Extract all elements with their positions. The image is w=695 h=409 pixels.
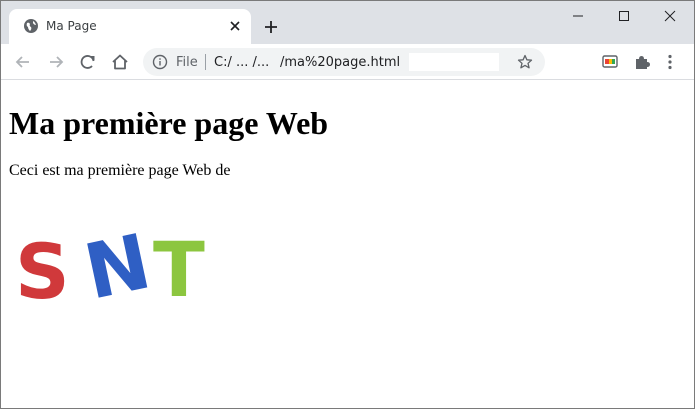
browser-window: Ma Page File C:/ ... /... /ma%20page.htm…	[0, 0, 695, 409]
info-icon[interactable]	[152, 54, 168, 70]
close-icon[interactable]	[227, 18, 243, 34]
url-path-start: C:/ ... /...	[214, 55, 270, 70]
redacted-area	[409, 53, 499, 71]
toolbar: File C:/ ... /... /ma%20page.html	[1, 44, 694, 80]
star-icon[interactable]	[517, 54, 533, 70]
more-vert-icon[interactable]	[661, 53, 679, 71]
logo-letter-t: T	[153, 228, 205, 304]
minimize-icon	[573, 15, 583, 17]
home-icon[interactable]	[110, 52, 130, 72]
puzzle-icon[interactable]	[633, 53, 651, 71]
url-path-file: /ma%20page.html	[280, 55, 401, 70]
cast-icon[interactable]	[601, 53, 619, 71]
globe-icon	[24, 19, 38, 33]
scheme-label: File	[176, 55, 198, 70]
plus-icon[interactable]	[261, 17, 281, 37]
page-heading: Ma première page Web	[9, 105, 329, 141]
back-arrow-icon[interactable]	[13, 52, 33, 72]
page-paragraph: Ceci est ma première page Web de	[9, 162, 231, 179]
reload-icon[interactable]	[78, 52, 98, 72]
maximize-icon	[619, 11, 629, 21]
tab-strip: Ma Page	[1, 1, 694, 44]
address-bar[interactable]: File C:/ ... /... /ma%20page.html	[143, 48, 545, 76]
tab-title: Ma Page	[46, 19, 97, 33]
maximize-button[interactable]	[601, 1, 647, 31]
logo-letter-s: S	[15, 228, 70, 304]
snt-logo-image: S NT	[15, 228, 205, 304]
page-content: Ma première page Web Ceci est ma premièr…	[1, 81, 694, 408]
tab-ma-page[interactable]: Ma Page	[9, 9, 251, 44]
logo-letter-n: N	[77, 228, 158, 304]
window-close-icon	[664, 10, 676, 22]
minimize-button[interactable]	[555, 1, 601, 31]
omnibox-divider	[205, 54, 206, 70]
window-close-button[interactable]	[647, 1, 693, 31]
forward-arrow-icon[interactable]	[46, 52, 66, 72]
